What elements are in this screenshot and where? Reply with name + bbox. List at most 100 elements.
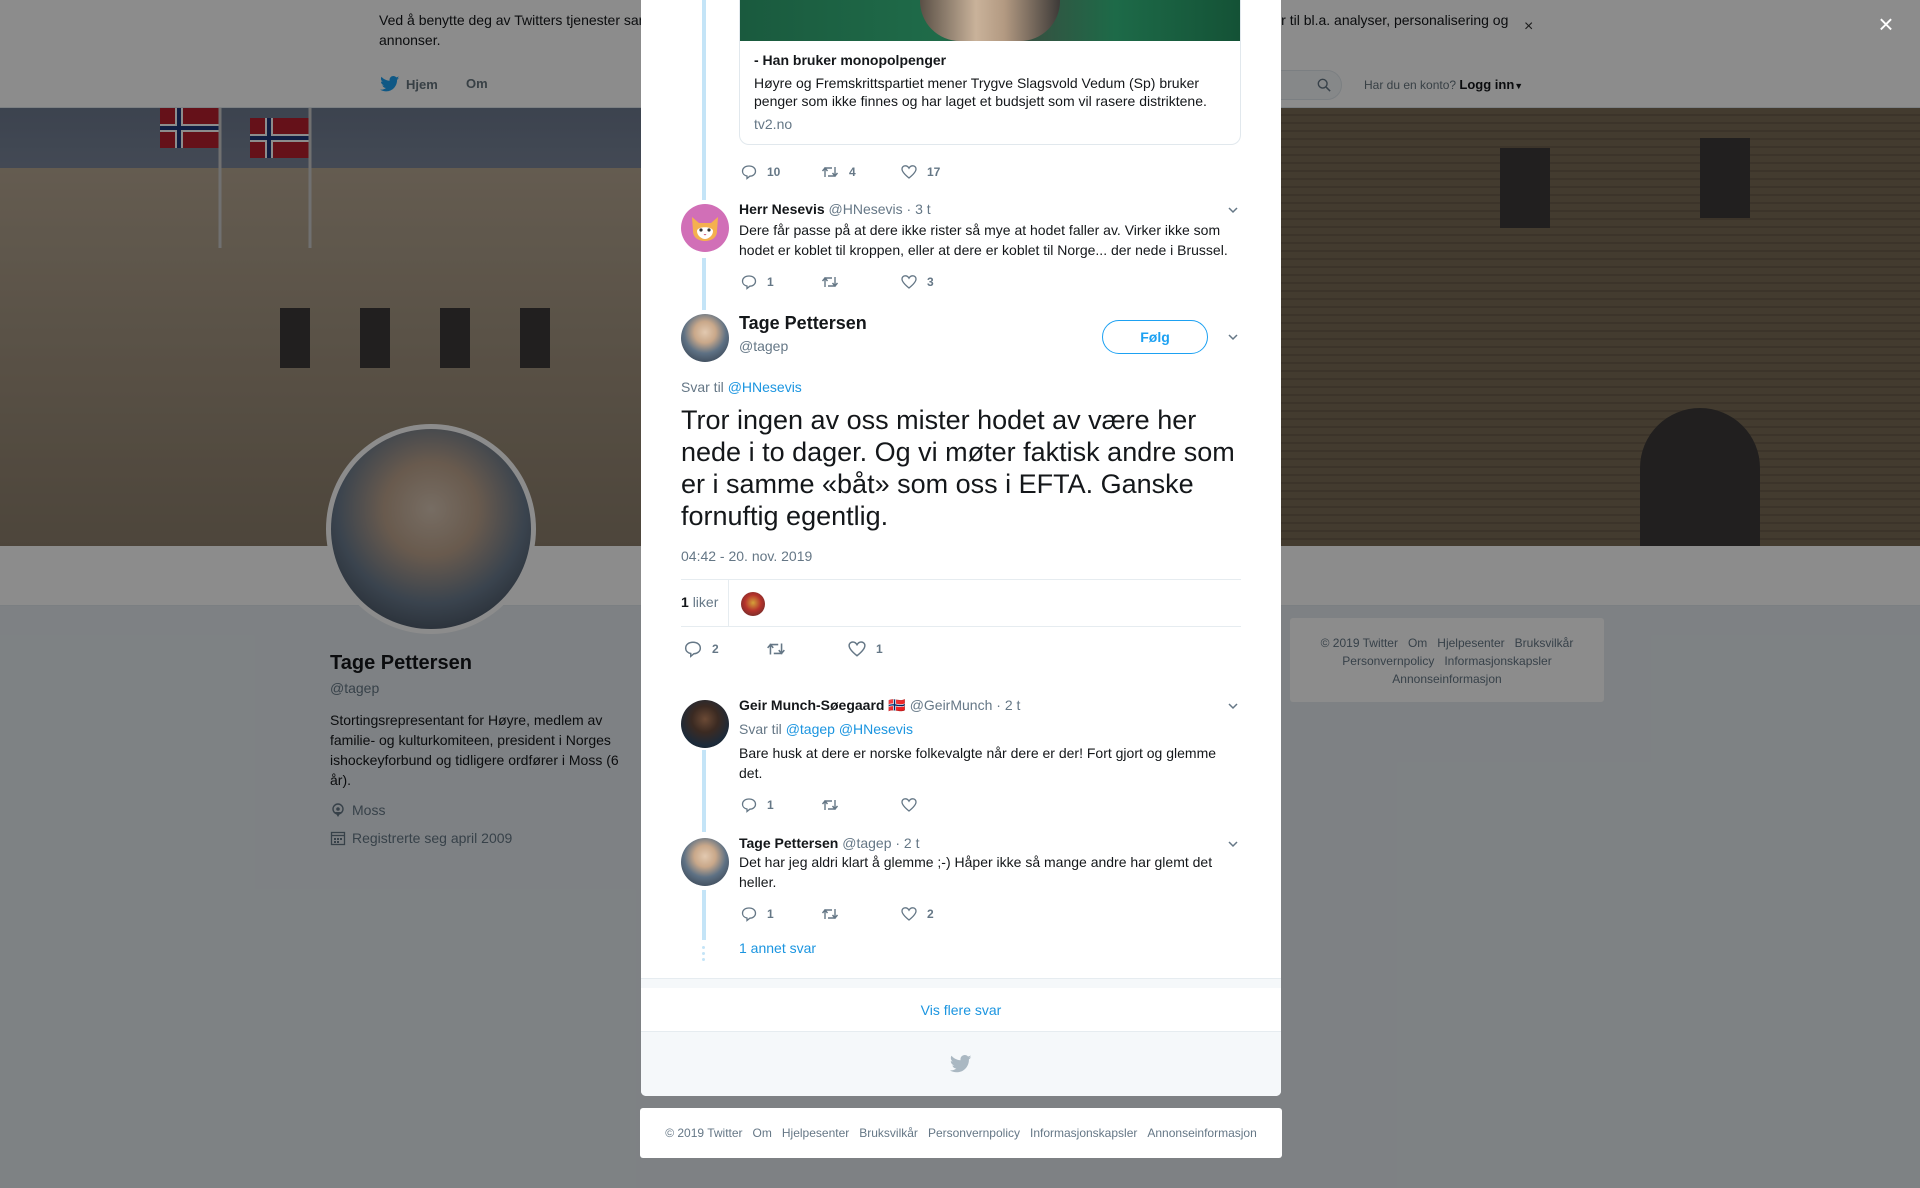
heart-icon	[848, 641, 866, 657]
liker-avatar[interactable]	[741, 592, 765, 616]
footer-copyright: © 2019 Twitter	[665, 1126, 743, 1140]
tweet-author-handle[interactable]: @tagep	[842, 835, 891, 851]
norway-flag-icon: 🇳🇴	[888, 697, 906, 713]
main-tweet-text: Tror ingen av oss mister hodet av være h…	[681, 405, 1235, 531]
like-button[interactable]: 3	[901, 274, 981, 290]
reply-to-handle[interactable]: @HNesevis	[728, 379, 802, 395]
tweet-author-name[interactable]: Geir Munch-Søegaard	[739, 697, 884, 713]
chevron-down-icon[interactable]	[1227, 700, 1239, 712]
main-tweet-author-handle[interactable]: @tagep	[739, 338, 788, 354]
footer-link-cookies[interactable]: Informasjonskapsler	[1030, 1126, 1137, 1140]
like-count: 1	[876, 642, 883, 656]
tweet-author-name[interactable]: Tage Pettersen	[739, 835, 838, 851]
card-domain: tv2.no	[754, 116, 793, 132]
reply-to-label: Svar til	[739, 721, 782, 737]
more-replies-link[interactable]: 1 annet svar	[739, 940, 816, 956]
likes-row: 1 liker	[681, 579, 1241, 627]
thread-line	[702, 750, 706, 832]
retweet-button[interactable]	[821, 797, 901, 813]
footer-link-ads[interactable]: Annonseinformasjon	[1147, 1126, 1256, 1140]
retweet-count: 4	[849, 165, 856, 179]
tweet-actions: 1 3	[741, 274, 981, 290]
main-tweet-author-name[interactable]: Tage Pettersen	[739, 313, 867, 334]
tweet-author-handle[interactable]: @GeirMunch	[910, 697, 993, 713]
chevron-down-icon[interactable]	[1227, 331, 1239, 343]
reply-count: 1	[767, 907, 774, 921]
tweet-time[interactable]: · 2 t	[996, 697, 1020, 713]
like-button[interactable]	[901, 797, 981, 813]
card-image-person	[920, 0, 1060, 41]
like-count: 17	[927, 165, 941, 179]
avatar[interactable]	[681, 700, 729, 748]
reply-to-handles[interactable]: @tagep @HNesevis	[786, 721, 913, 737]
retweet-button[interactable]	[766, 640, 848, 658]
show-more-replies-button[interactable]: Vis flere svar	[641, 988, 1281, 1032]
reply-count: 10	[767, 165, 781, 179]
twitter-bird-icon	[950, 1055, 972, 1073]
chevron-down-icon[interactable]	[1227, 838, 1239, 850]
tweet-author-handle[interactable]: @HNesevis	[829, 201, 903, 217]
thread-continuation-dots	[702, 946, 706, 964]
avatar[interactable]	[681, 314, 729, 362]
reply-button[interactable]: 2	[684, 640, 766, 658]
retweet-button[interactable]	[821, 906, 901, 922]
heart-icon	[901, 798, 917, 812]
tweet-author-name[interactable]: Herr Nesevis	[739, 201, 825, 217]
like-button[interactable]: 2	[901, 906, 981, 922]
card-title: - Han bruker monopolpenger	[754, 52, 947, 68]
tweet-header: Herr Nesevis @HNesevis · 3 t	[739, 201, 931, 217]
chevron-down-icon[interactable]	[1227, 204, 1239, 216]
follow-button[interactable]: Følg	[1102, 320, 1208, 354]
tweet-actions: 10 4 17	[741, 164, 981, 180]
close-icon[interactable]: ×	[1872, 10, 1900, 38]
like-button[interactable]: 1	[848, 640, 928, 658]
retweet-icon	[821, 799, 839, 811]
heart-icon	[901, 165, 917, 179]
footer-link-privacy[interactable]: Personvernpolicy	[928, 1126, 1020, 1140]
divider	[641, 978, 1281, 988]
heart-icon	[901, 907, 917, 921]
tweet-actions: 1	[741, 797, 981, 813]
thread-line	[702, 258, 706, 310]
likes-stat-count: 1	[681, 594, 689, 610]
reply-to-line: Svar til @HNesevis	[681, 379, 802, 395]
reply-button[interactable]: 10	[741, 164, 821, 180]
reply-count: 2	[712, 642, 719, 656]
main-tweet-timestamp[interactable]: 04:42 - 20. nov. 2019	[681, 548, 812, 564]
retweet-button[interactable]	[821, 274, 901, 290]
modal-footer	[641, 1032, 1281, 1096]
heart-icon	[901, 275, 917, 289]
reply-to-line: Svar til @tagep @HNesevis	[739, 721, 913, 737]
tweet-header: Tage Pettersen @tagep · 2 t	[739, 835, 920, 851]
reply-icon	[741, 798, 757, 813]
like-count: 2	[927, 907, 934, 921]
tweet-text: Det har jeg aldri klart å glemme ;-) Håp…	[739, 854, 1213, 890]
tweet-text: Bare husk at dere er norske folkevalgte …	[739, 745, 1217, 781]
likes-stat[interactable]: 1 liker	[681, 594, 718, 610]
avatar[interactable]	[681, 838, 729, 886]
retweet-icon	[821, 276, 839, 288]
tweet-time[interactable]: · 3 t	[907, 201, 931, 217]
footer-link-terms[interactable]: Bruksvilkår	[859, 1126, 918, 1140]
tweet-time[interactable]: · 2 t	[895, 835, 919, 851]
reply-button[interactable]: 1	[741, 274, 821, 290]
cat-avatar-icon	[692, 217, 718, 241]
reply-icon	[741, 907, 757, 922]
divider	[728, 580, 729, 626]
tweet-modal: - Han bruker monopolpenger Høyre og Frem…	[641, 0, 1281, 1096]
like-button[interactable]: 17	[901, 164, 981, 180]
avatar[interactable]	[681, 204, 729, 252]
like-count: 3	[927, 275, 934, 289]
tweet-actions: 2 1	[684, 640, 928, 658]
retweet-icon	[821, 166, 839, 178]
reply-button[interactable]: 1	[741, 906, 821, 922]
link-preview-card[interactable]: - Han bruker monopolpenger Høyre og Frem…	[739, 0, 1241, 145]
reply-button[interactable]: 1	[741, 797, 821, 813]
tweet-actions: 1 2	[741, 906, 981, 922]
card-image	[740, 0, 1240, 41]
retweet-button[interactable]: 4	[821, 164, 901, 180]
reply-to-label: Svar til	[681, 379, 724, 395]
footer-link-help[interactable]: Hjelpesenter	[782, 1126, 849, 1140]
footer-link-om[interactable]: Om	[753, 1126, 772, 1140]
modal-bottom-footer: © 2019 Twitter Om Hjelpesenter Bruksvilk…	[640, 1108, 1282, 1158]
